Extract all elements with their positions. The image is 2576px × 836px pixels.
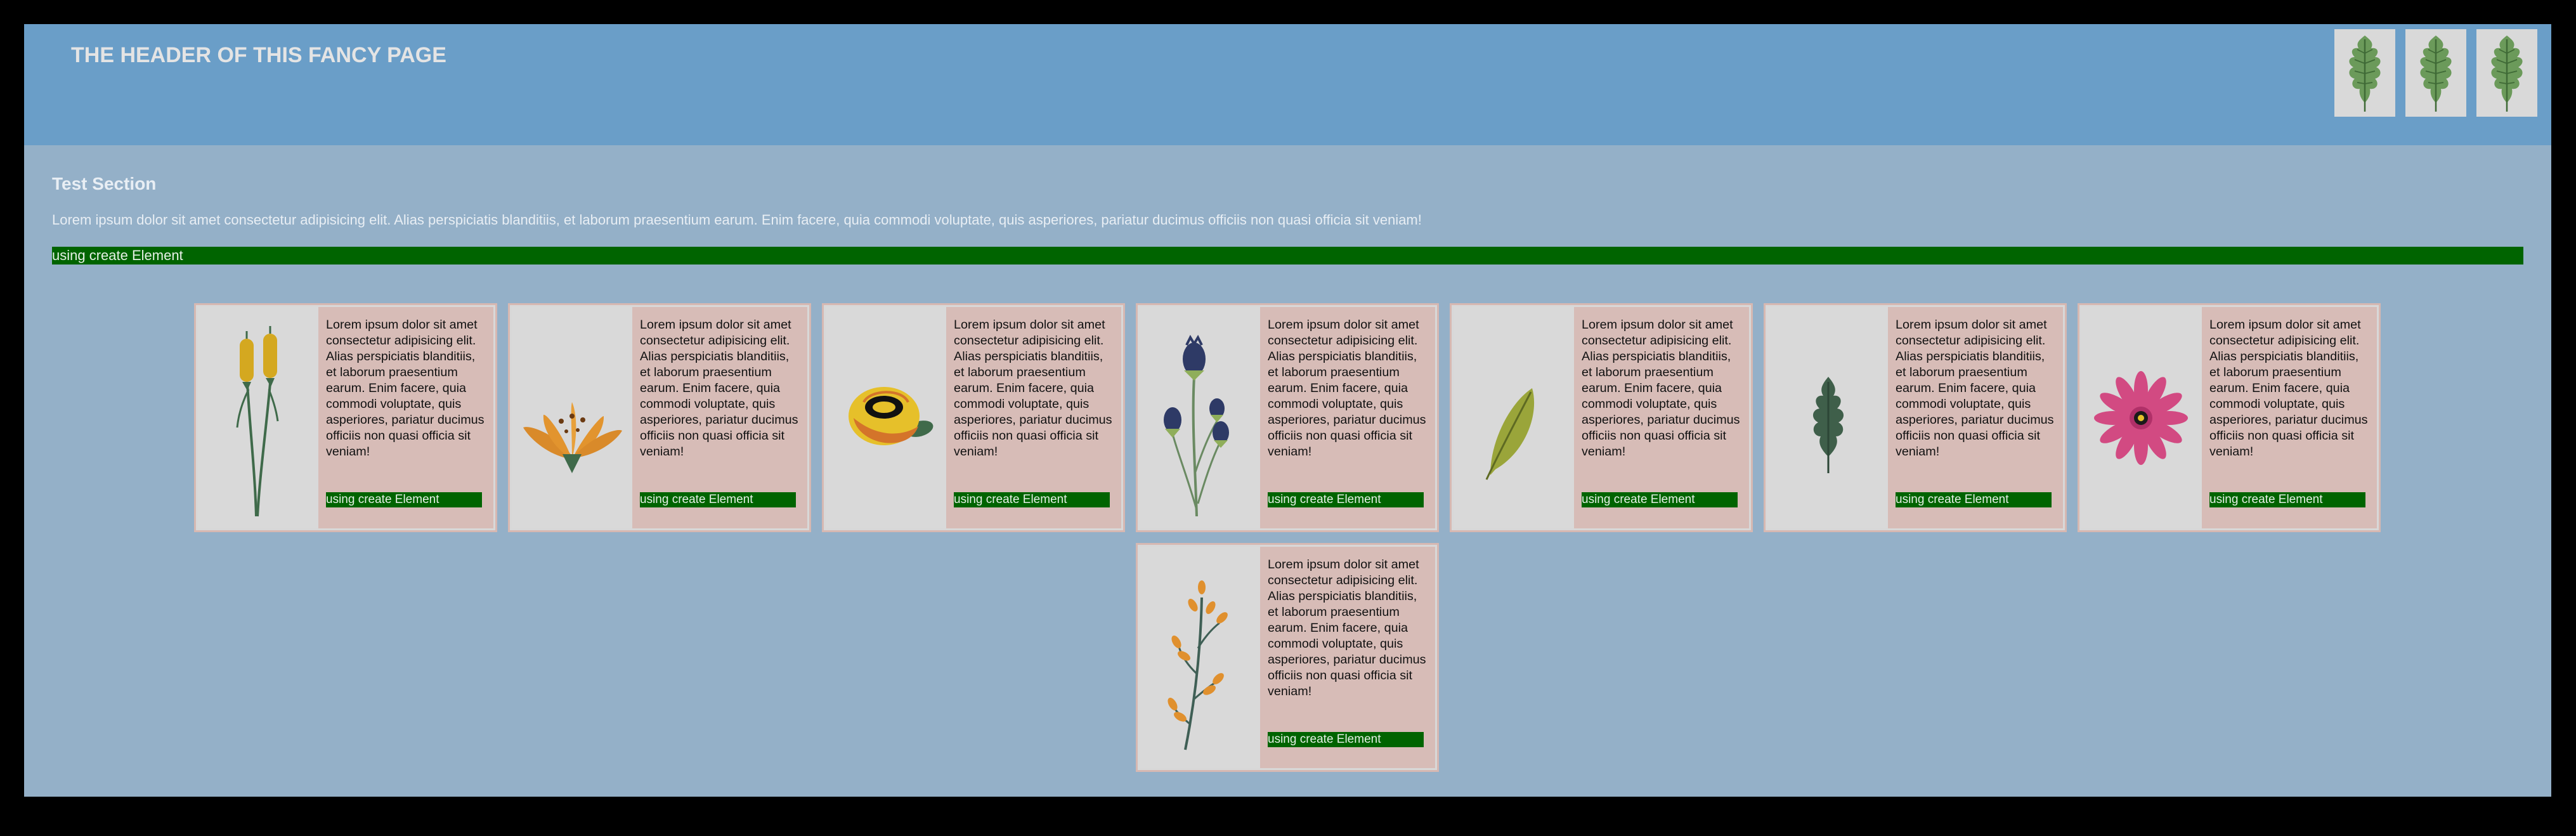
section-paragraph: Lorem ipsum dolor sit amet consectetur a… [52,212,1422,228]
card-create-element-button[interactable]: using create Element [1268,732,1424,747]
card-create-element-button[interactable]: using create Element [954,492,1110,507]
card-body: Lorem ipsum dolor sit amet consectetur a… [946,307,1121,528]
card-description: Lorem ipsum dolor sit amet consectetur a… [954,318,1112,459]
oak-leaf-icon [2476,29,2537,117]
dark-oak-leaf-image [1767,307,1888,528]
oak-leaf-icon [2405,29,2466,117]
cattail-plant-illustration [236,326,279,517]
card-create-element-button[interactable]: using create Element [1896,492,2052,507]
card: Lorem ipsum dolor sit amet consectetur a… [194,303,497,532]
page: THE HEADER OF THIS FANCY PAGE Test Secti [24,24,2551,797]
card-description: Lorem ipsum dolor sit amet consectetur a… [326,318,485,459]
oak-leaf-graphic [2349,36,2381,112]
oak-leaf-graphic [2420,36,2452,112]
card-description: Lorem ipsum dolor sit amet consectetur a… [1896,318,2054,459]
card: Lorem ipsum dolor sit amet consectetur a… [2078,303,2381,532]
card: Lorem ipsum dolor sit amet consectetur a… [1136,543,1439,772]
card: Lorem ipsum dolor sit amet consectetur a… [1450,303,1753,532]
card-body: Lorem ipsum dolor sit amet consectetur a… [318,307,493,528]
card-create-element-button[interactable]: using create Element [2209,492,2365,507]
card-description: Lorem ipsum dolor sit amet consectetur a… [640,318,798,459]
card: Lorem ipsum dolor sit amet consectetur a… [1136,303,1439,532]
section-title: Test Section [52,174,157,193]
yellow-rose-illustration [849,387,933,445]
card-create-element-button[interactable]: using create Element [326,492,482,507]
oak-leaf-graphic [2491,36,2523,112]
dark-oak-leaf-illustration [1812,377,1844,473]
blue-thistle-illustration [1164,334,1229,517]
orange-berry-branch-image [1140,547,1260,768]
card-create-element-button[interactable]: using create Element [1268,492,1424,507]
card-description: Lorem ipsum dolor sit amet consectetur a… [1268,558,1426,698]
yellow-rose-flower-image [826,307,946,528]
card-body: Lorem ipsum dolor sit amet consectetur a… [632,307,807,528]
card-description: Lorem ipsum dolor sit amet consectetur a… [2209,318,2368,459]
orange-lily-illustration [523,402,622,473]
card-create-element-button[interactable]: using create Element [1582,492,1738,507]
card: Lorem ipsum dolor sit amet consectetur a… [508,303,811,532]
card-body: Lorem ipsum dolor sit amet consectetur a… [1260,547,1435,768]
header: THE HEADER OF THIS FANCY PAGE [24,24,2551,145]
pink-daisy-illustration [2094,371,2188,465]
card: Lorem ipsum dolor sit amet consectetur a… [1764,303,2067,532]
oak-leaf-icon [2334,29,2395,117]
pink-daisy-flower-image [2081,307,2202,528]
card: Lorem ipsum dolor sit amet consectetur a… [822,303,1125,532]
header-title: THE HEADER OF THIS FANCY PAGE [71,43,446,67]
card-body: Lorem ipsum dolor sit amet consectetur a… [1260,307,1435,528]
card-description: Lorem ipsum dolor sit amet consectetur a… [1268,318,1426,459]
card-body: Lorem ipsum dolor sit amet consectetur a… [1574,307,1749,528]
create-element-bar: using create Element [52,247,2523,265]
card-body: Lorem ipsum dolor sit amet consectetur a… [2202,307,2377,528]
card-body: Lorem ipsum dolor sit amet consectetur a… [1888,307,2063,528]
orange-berry-branch-illustration [1168,580,1228,750]
card-description: Lorem ipsum dolor sit amet consectetur a… [1582,318,1740,459]
olive-leaf-image [1454,307,1574,528]
olive-leaf-illustration [1485,388,1535,480]
orange-lily-flower-image [512,307,632,528]
card-create-element-button[interactable]: using create Element [640,492,796,507]
cattail-plant-image [198,307,318,528]
blue-thistle-plant-image [1140,307,1260,528]
